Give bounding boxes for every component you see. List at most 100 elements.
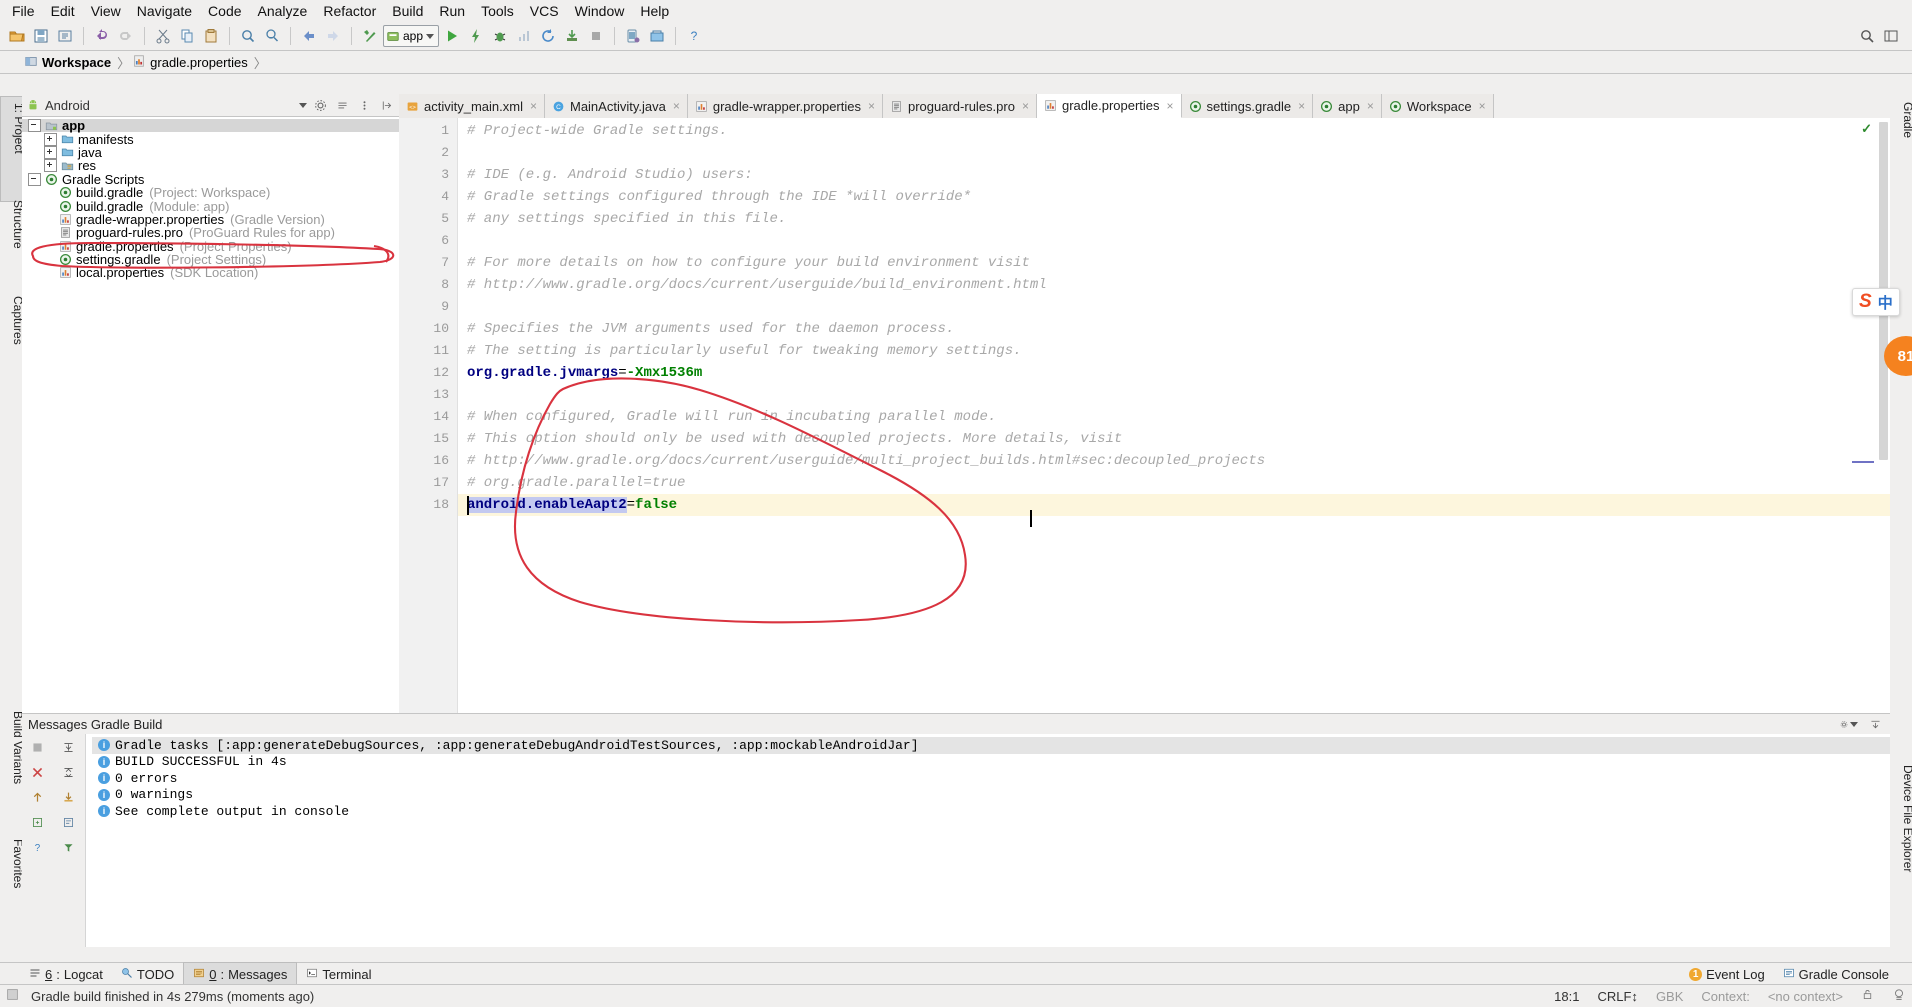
close-icon[interactable]: × — [1022, 99, 1029, 113]
breadcrumb-item-0[interactable]: Workspace — [22, 54, 117, 71]
ime-indicator[interactable]: S 中 — [1852, 288, 1900, 316]
sidebar-item-gradle[interactable]: Gradle — [1890, 96, 1912, 186]
menu-item-vcs[interactable]: VCS — [522, 1, 567, 21]
collapse-icon[interactable] — [28, 119, 41, 133]
code-content[interactable]: # Project-wide Gradle settings. # IDE (e.… — [457, 118, 1890, 713]
caret-position[interactable]: 18:1 — [1548, 989, 1585, 1004]
menu-item-edit[interactable]: Edit — [43, 1, 83, 21]
copy-icon[interactable] — [176, 25, 198, 47]
tree-node-settings-gradle[interactable]: settings.gradle (Project Settings) — [22, 253, 399, 266]
code-line-15[interactable]: # This option should only be used with d… — [467, 428, 1122, 450]
chevron-down-icon[interactable] — [299, 102, 307, 108]
tree-node-proguard-rules-pro[interactable]: proguard-rules.pro (ProGuard Rules for ap… — [22, 226, 399, 239]
rerun-icon[interactable] — [537, 25, 559, 47]
message-row[interactable]: i See complete output in console — [92, 803, 1890, 820]
lock-icon[interactable] — [1855, 988, 1880, 1004]
tree-node-gradle-properties[interactable]: gradle.properties (Project Properties) — [22, 240, 399, 253]
hide-panel-icon[interactable] — [1866, 715, 1884, 733]
code-line-12[interactable]: org.gradle.jvmargs=-Xmx1536m — [467, 362, 702, 384]
breadcrumb-item-1[interactable]: gradle.properties — [130, 54, 254, 71]
layout-icon[interactable] — [1880, 25, 1902, 47]
tree-node-manifests[interactable]: manifests — [22, 132, 399, 146]
close-icon[interactable]: × — [673, 99, 680, 113]
editor-tab-gradle-properties[interactable]: gradle.properties × — [1036, 94, 1182, 118]
close-icon[interactable]: × — [1367, 99, 1374, 113]
code-line-1[interactable]: # Project-wide Gradle settings. — [467, 120, 727, 142]
export-icon[interactable] — [28, 813, 48, 831]
stop-icon[interactable] — [28, 738, 48, 756]
replace-icon[interactable] — [261, 25, 283, 47]
search-everywhere-icon[interactable] — [1856, 25, 1878, 47]
project-view-selector[interactable]: Android — [26, 98, 307, 113]
undo-icon[interactable] — [91, 25, 113, 47]
code-line-17[interactable]: # org.gradle.parallel=true — [467, 472, 685, 494]
editor-tab-strip[interactable]: <> activity_main.xml × C MainActivity.java × g… — [399, 94, 1890, 119]
filter-icon[interactable] — [59, 838, 79, 856]
sync-icon[interactable] — [54, 25, 76, 47]
messages-list[interactable]: i Gradle tasks [:app:generateDebugSources… — [86, 734, 1890, 947]
code-line-8[interactable]: # http://www.gradle.org/docs/current/use… — [467, 274, 1047, 296]
tree-node-build-gradle[interactable]: build.gradle (Project: Workspace) — [22, 186, 399, 199]
close-icon[interactable]: × — [868, 99, 875, 113]
tree-node-res[interactable]: res — [22, 159, 399, 173]
code-editor[interactable]: 1 2 3 4 5 6 7 8 9 10 11 12 13 14 15 16 17 18 # Project-wi… — [399, 118, 1890, 713]
editor-tab-proguard-rules-pro[interactable]: proguard-rules.pro × — [883, 94, 1037, 118]
menu-item-code[interactable]: Code — [200, 1, 249, 21]
close-icon[interactable] — [28, 763, 48, 781]
close-icon[interactable]: × — [1298, 99, 1305, 113]
profile-icon[interactable] — [513, 25, 535, 47]
menu-item-window[interactable]: Window — [567, 1, 633, 21]
bottom-tool-tabs[interactable]: 6: Logcat TODO 0: Messages Terminal 1 Event Log… — [0, 962, 1912, 986]
settings-gear-icon[interactable] — [1840, 715, 1858, 733]
inspection-icon[interactable] — [1886, 988, 1912, 1005]
editor-tab-workspace[interactable]: Workspace × — [1381, 94, 1494, 118]
sdk-manager-icon[interactable] — [646, 25, 668, 47]
up-icon[interactable] — [28, 788, 48, 806]
menu-item-refactor[interactable]: Refactor — [315, 1, 384, 21]
expand-icon[interactable] — [44, 145, 57, 159]
collapse-icon[interactable] — [28, 172, 41, 186]
tree-node-app[interactable]: app — [22, 119, 399, 133]
sync-gradle-icon[interactable] — [561, 25, 583, 47]
menu-item-help[interactable]: Help — [632, 1, 677, 21]
menu-item-navigate[interactable]: Navigate — [129, 1, 200, 21]
chevron-down-icon[interactable] — [426, 33, 435, 39]
message-row[interactable]: i 0 errors — [92, 770, 1890, 787]
expand-icon[interactable] — [44, 132, 57, 146]
tree-node-local-properties[interactable]: local.properties (SDK Location) — [22, 266, 399, 279]
close-icon[interactable]: × — [1479, 99, 1486, 113]
paste-icon[interactable] — [200, 25, 222, 47]
help-icon[interactable]: ? — [683, 25, 705, 47]
editor-tab-settings-gradle[interactable]: settings.gradle × — [1181, 94, 1314, 118]
code-line-5[interactable]: # any settings specified in this file. — [467, 208, 786, 230]
save-all-icon[interactable] — [30, 25, 52, 47]
avd-manager-icon[interactable] — [622, 25, 644, 47]
stop-icon[interactable] — [585, 25, 607, 47]
editor-tab-gradle-wrapper-properties[interactable]: gradle-wrapper.properties × — [687, 94, 883, 118]
expand-icon[interactable] — [44, 159, 57, 173]
find-icon[interactable] — [237, 25, 259, 47]
run-configuration-selector[interactable]: app — [383, 25, 440, 47]
message-row[interactable]: i Gradle tasks [:app:generateDebugSources… — [92, 737, 1890, 754]
debug-icon[interactable] — [489, 25, 511, 47]
editor-tab-app[interactable]: app × — [1313, 94, 1382, 118]
open-folder-icon[interactable] — [6, 25, 28, 47]
tree-node-gradle-scripts[interactable]: Gradle Scripts — [22, 172, 399, 186]
bottom-tab-event-log[interactable]: 1 Event Log — [1680, 963, 1774, 985]
collapse-all-icon[interactable] — [59, 763, 79, 781]
help-icon[interactable]: ? — [28, 838, 48, 856]
code-line-14[interactable]: # When configured, Gradle will run in in… — [467, 406, 996, 428]
expand-all-icon[interactable] — [59, 738, 79, 756]
code-line-4[interactable]: # Gradle settings configured through the… — [467, 186, 971, 208]
sidebar-item-device-file-explorer[interactable]: Device File Explorer — [1890, 759, 1912, 941]
editor-tab-mainactivity-java[interactable]: C MainActivity.java × — [544, 94, 688, 118]
code-line-16[interactable]: # http://www.gradle.org/docs/current/use… — [467, 450, 1265, 472]
redo-icon[interactable] — [115, 25, 137, 47]
message-row[interactable]: i BUILD SUCCESSFUL in 4s — [92, 754, 1890, 771]
collapse-all-icon[interactable] — [333, 96, 351, 114]
download-icon[interactable] — [59, 788, 79, 806]
bottom-tab-terminal[interactable]: Terminal — [297, 963, 380, 985]
menu-item-build[interactable]: Build — [384, 1, 431, 21]
code-line-3[interactable]: # IDE (e.g. Android Studio) users: — [467, 164, 753, 186]
encoding[interactable]: GBK — [1650, 989, 1689, 1004]
